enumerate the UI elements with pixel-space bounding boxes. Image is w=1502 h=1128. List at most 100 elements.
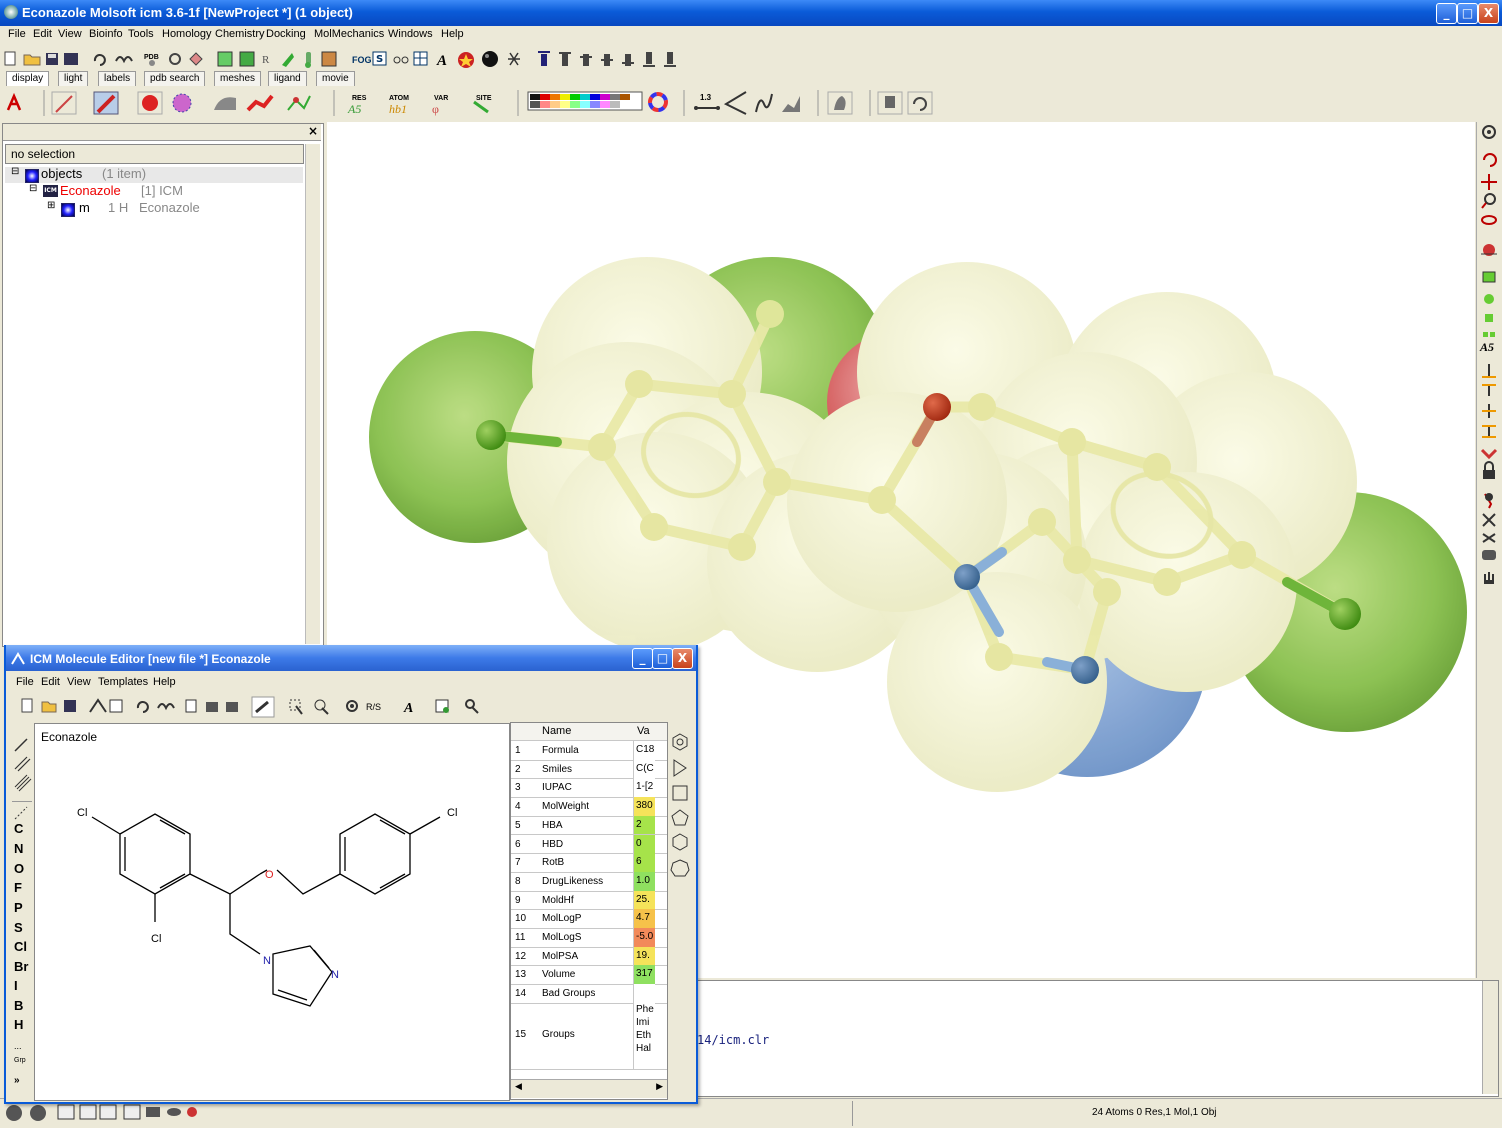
green-arrow-icon[interactable] bbox=[282, 53, 294, 67]
target-icon[interactable] bbox=[1482, 125, 1496, 139]
palette-expand-icon[interactable]: » bbox=[14, 1075, 20, 1086]
editor-grid-icon[interactable] bbox=[109, 699, 123, 713]
select-cross-icon[interactable] bbox=[1485, 314, 1493, 322]
site-label-icon[interactable]: SITE bbox=[473, 95, 492, 114]
atom-o-button[interactable]: O bbox=[14, 861, 24, 876]
redo-icon[interactable] bbox=[115, 56, 133, 64]
atom-h-button[interactable]: H bbox=[14, 1017, 23, 1032]
align-2-icon[interactable] bbox=[580, 54, 592, 66]
editor-redo-icon[interactable] bbox=[157, 703, 175, 711]
glasses-icon[interactable] bbox=[393, 56, 409, 64]
atom-cl-button[interactable]: Cl bbox=[14, 939, 27, 954]
editor-chiral-icon[interactable] bbox=[346, 700, 358, 712]
tab-labels[interactable]: labels bbox=[98, 71, 137, 86]
clip-both-icon[interactable] bbox=[1482, 404, 1496, 418]
tree-expander-objects[interactable]: ⊟ bbox=[11, 166, 19, 177]
torsion-icon[interactable] bbox=[755, 93, 773, 113]
clip-slab-icon[interactable] bbox=[1482, 425, 1496, 438]
menu-tools[interactable]: Tools bbox=[128, 28, 154, 40]
menu-molmechanics[interactable]: MolMechanics bbox=[314, 28, 384, 40]
lock-icon[interactable] bbox=[1483, 461, 1495, 479]
property-row[interactable]: 1 Formula C18 bbox=[511, 741, 667, 761]
stick-display-icon[interactable] bbox=[93, 91, 119, 115]
thermometer-icon[interactable] bbox=[305, 52, 311, 68]
atom-b-button[interactable]: B bbox=[14, 998, 23, 1013]
pick-molecule-icon[interactable] bbox=[1482, 550, 1496, 560]
align-3-icon[interactable] bbox=[601, 54, 613, 66]
label-a5-icon[interactable]: A5 bbox=[1479, 332, 1495, 354]
menu-help[interactable]: Help bbox=[441, 28, 464, 40]
wire-h-icon[interactable] bbox=[6, 92, 22, 111]
properties-table[interactable]: Name Va 1 Formula C18 2 Smiles C(C 3 IUPAC 1-[2 4… bbox=[510, 722, 668, 1100]
main-title-bar[interactable]: Econazole Molsoft icm 3.6-1f [NewProject… bbox=[0, 0, 1502, 26]
property-row[interactable]: 15 Groups Phe Imi Eth Hal bbox=[511, 1002, 667, 1070]
fog-slab-icon[interactable] bbox=[1480, 448, 1498, 460]
heptagon-template-icon[interactable] bbox=[670, 859, 690, 877]
atom-c-button[interactable]: C bbox=[14, 821, 23, 836]
tab-light[interactable]: light bbox=[58, 71, 89, 86]
editor-paste-icon[interactable] bbox=[226, 702, 238, 712]
table-hscrollbar[interactable]: ◀ ▶ bbox=[511, 1079, 667, 1098]
triangle-template-icon[interactable] bbox=[673, 759, 687, 777]
command-console[interactable]: 14/icm.clr bbox=[696, 980, 1499, 1097]
select-2-icon[interactable] bbox=[239, 51, 255, 67]
atom-p-button[interactable]: P bbox=[14, 900, 23, 915]
editor-menu-file[interactable]: File bbox=[16, 676, 34, 688]
editor-save-icon[interactable] bbox=[64, 700, 76, 712]
res-label-icon[interactable]: RES A5 bbox=[347, 95, 367, 116]
property-row[interactable]: 3 IUPAC 1-[2 bbox=[511, 778, 667, 799]
editor-copy-icon[interactable] bbox=[185, 699, 197, 713]
align-5-icon[interactable] bbox=[643, 52, 655, 67]
atom-label-icon[interactable]: ATOM hb1 bbox=[389, 95, 409, 116]
undo-icon[interactable] bbox=[93, 54, 106, 66]
pick-chain-icon[interactable] bbox=[1482, 533, 1496, 543]
editor-text-icon[interactable]: A bbox=[403, 701, 413, 716]
double-bond-icon[interactable] bbox=[14, 756, 31, 772]
spin-icon[interactable] bbox=[1481, 215, 1497, 225]
center-icon[interactable] bbox=[1481, 244, 1497, 256]
group-button[interactable]: Grp bbox=[14, 1057, 26, 1064]
tab-meshes[interactable]: meshes bbox=[214, 71, 262, 86]
status-camera-icon[interactable] bbox=[146, 1107, 160, 1117]
hexagon-template-icon[interactable] bbox=[672, 833, 688, 851]
grid-icon[interactable] bbox=[321, 51, 337, 67]
editor-menu-templates[interactable]: Templates bbox=[98, 676, 148, 688]
status-tools-icon[interactable] bbox=[123, 1104, 141, 1120]
menu-file[interactable]: File bbox=[8, 28, 26, 40]
single-bond-icon[interactable] bbox=[14, 738, 28, 752]
square-template-icon[interactable] bbox=[672, 785, 688, 801]
panel-close-icon[interactable]: × bbox=[308, 124, 318, 138]
atom-br-button[interactable]: Br bbox=[14, 959, 28, 974]
align-bottom-icon[interactable] bbox=[664, 52, 676, 67]
pick-atom-icon[interactable] bbox=[1484, 493, 1493, 509]
menu-docking[interactable]: Docking bbox=[266, 28, 306, 40]
econazole-2d-structure[interactable]: Cl Cl Cl O N N bbox=[35, 724, 507, 1098]
rotate-reset-icon[interactable] bbox=[907, 91, 933, 115]
property-row[interactable]: 6 HBD 0 bbox=[511, 834, 667, 855]
tab-display[interactable]: display bbox=[6, 71, 50, 86]
rotate-icon[interactable] bbox=[1483, 153, 1497, 167]
clip-back-icon[interactable] bbox=[1482, 384, 1496, 396]
menu-homology[interactable]: Homology bbox=[162, 28, 212, 40]
editor-minimize-button[interactable]: _ bbox=[632, 648, 653, 669]
molecule-editor-window[interactable]: ICM Molecule Editor [new file *] Econazo… bbox=[4, 645, 698, 1104]
residue-r-icon[interactable]: R bbox=[262, 54, 270, 66]
open-folder-icon[interactable] bbox=[23, 54, 41, 66]
property-row[interactable]: 2 Smiles C(C bbox=[511, 759, 667, 780]
atom-more-button[interactable]: ... bbox=[14, 1041, 22, 1051]
editor-eraser-icon[interactable] bbox=[251, 696, 275, 718]
close-button[interactable]: X bbox=[1478, 3, 1499, 24]
selection-bar[interactable]: no selection bbox=[5, 144, 304, 164]
tree-mol-name[interactable]: m bbox=[79, 200, 90, 215]
property-row[interactable]: 8 DrugLikeness 1.0 bbox=[511, 871, 667, 892]
menu-view[interactable]: View bbox=[58, 28, 82, 40]
tab-pdb-search[interactable]: pdb search bbox=[144, 71, 206, 86]
property-row[interactable]: 5 HBA 2 bbox=[511, 815, 667, 836]
maximize-button[interactable]: □ bbox=[1457, 3, 1478, 24]
select-sphere-icon[interactable] bbox=[1484, 294, 1494, 304]
property-row[interactable]: 11 MolLogS -5.0 bbox=[511, 928, 667, 948]
editor-undo-icon[interactable] bbox=[136, 701, 149, 713]
align-1-icon[interactable] bbox=[559, 52, 571, 66]
fog-icon[interactable]: FOG bbox=[352, 55, 372, 65]
fireworks-icon[interactable] bbox=[508, 52, 520, 66]
